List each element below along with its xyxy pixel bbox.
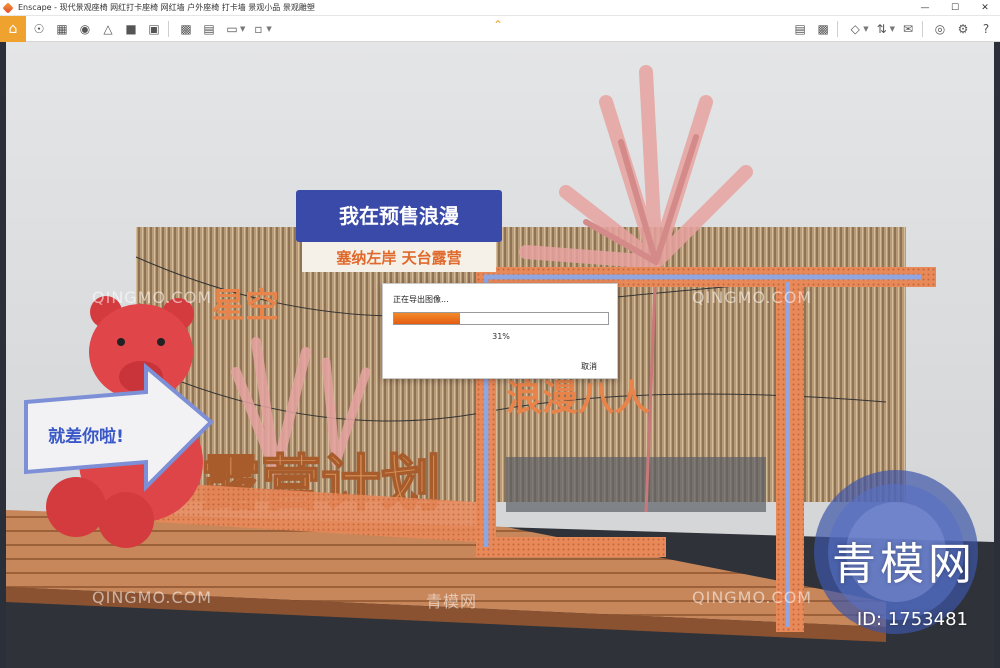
batch-render-icon[interactable]: ▤ bbox=[199, 19, 219, 39]
window-title: Enscape - 现代景观座椅 网红打卡座椅 网红墙 户外座椅 打卡墙 景观小… bbox=[18, 3, 315, 12]
panorama-icon[interactable]: ▭ bbox=[222, 19, 242, 39]
blue-sign: 我在预售浪漫 塞纳左岸 天台露营 bbox=[296, 190, 502, 272]
watermark-site: QINGMO.COM bbox=[92, 288, 213, 307]
toolbar-separator bbox=[837, 21, 839, 37]
dialog-title: 正在导出图像... bbox=[393, 295, 449, 304]
progress-fill bbox=[394, 313, 461, 324]
cube-icon[interactable]: ◇ bbox=[845, 19, 865, 39]
minimize-button[interactable]: — bbox=[910, 0, 940, 16]
help-icon[interactable]: ? bbox=[976, 19, 996, 39]
clapper-icon[interactable]: ▣ bbox=[144, 19, 164, 39]
chevron-down-icon[interactable]: ▼ bbox=[863, 25, 868, 33]
eye-icon[interactable]: ◎ bbox=[930, 19, 950, 39]
grid-icon[interactable]: ▦ bbox=[52, 19, 72, 39]
view-icon[interactable]: △ bbox=[98, 19, 118, 39]
sign-sub-text: 塞纳左岸 天台露营 bbox=[336, 249, 461, 267]
watermark-site: QINGMO.COM bbox=[692, 288, 813, 307]
watermark-site: QINGMO.COM bbox=[692, 588, 813, 607]
home-icon[interactable]: ⌂ bbox=[0, 15, 26, 42]
sign-top-text: 我在预售浪漫 bbox=[339, 204, 460, 228]
paint-icon[interactable]: ☉ bbox=[29, 19, 49, 39]
watermark-site-cn: 青模网 bbox=[426, 592, 478, 611]
export-progress-dialog: 正在导出图像... 31% 取消 bbox=[382, 283, 618, 379]
toolbar-right-group: ▤ ▩ ◇ ▼ ⇅ ▼ ✉ ◎ ⚙ ? bbox=[787, 19, 996, 39]
toolbar-separator bbox=[922, 21, 923, 37]
binoculars-icon[interactable]: ◉ bbox=[75, 19, 95, 39]
brand-watermark: 青模网 bbox=[832, 539, 976, 590]
map-icon[interactable]: ▤ bbox=[790, 19, 810, 39]
asset-icon[interactable]: ■ bbox=[121, 19, 141, 39]
toolbar: ⌂ ☉ ▦ ◉ △ ■ ▣ ▩ ▤ ▭ ▼ ▫ ▼ ⌃ ▤ ▩ ◇ ▼ ⇅ ▼ … bbox=[0, 15, 1000, 42]
progress-bar bbox=[393, 312, 609, 325]
enscape-logo-icon bbox=[4, 3, 14, 13]
chat-icon[interactable]: ✉ bbox=[898, 19, 918, 39]
close-button[interactable]: ✕ bbox=[970, 0, 1000, 16]
chevron-down-icon[interactable]: ▼ bbox=[890, 25, 895, 33]
maximize-button[interactable]: ☐ bbox=[940, 0, 970, 16]
preview-icon[interactable]: ▩ bbox=[813, 19, 833, 39]
chevron-down-icon[interactable]: ▼ bbox=[240, 25, 245, 33]
toolbar-separator bbox=[168, 20, 169, 37]
arrow-sign-text: 就差你啦! bbox=[48, 426, 124, 447]
export-icon[interactable]: ▫ bbox=[248, 19, 268, 39]
progress-percent: 31% bbox=[492, 332, 510, 341]
cancel-button[interactable]: 取消 bbox=[581, 361, 597, 372]
wall-text-left: 星空 bbox=[211, 286, 279, 326]
wall-text-right: 浪漫八人 bbox=[506, 378, 650, 419]
window-controls: — ☐ ✕ bbox=[910, 0, 1000, 16]
brand-id-watermark: ID: 1753481 bbox=[856, 609, 968, 630]
sync-icon[interactable]: ⇅ bbox=[872, 19, 892, 39]
settings-icon[interactable]: ⚙ bbox=[953, 19, 973, 39]
chevron-up-icon[interactable]: ⌃ bbox=[493, 18, 503, 32]
screenshot-icon[interactable]: ▩ bbox=[176, 19, 196, 39]
title-bar: Enscape - 现代景观座椅 网红打卡座椅 网红墙 户外座椅 打卡墙 景观小… bbox=[0, 0, 1000, 16]
watermark-site: QINGMO.COM bbox=[92, 588, 213, 607]
chevron-down-icon[interactable]: ▼ bbox=[266, 25, 271, 33]
